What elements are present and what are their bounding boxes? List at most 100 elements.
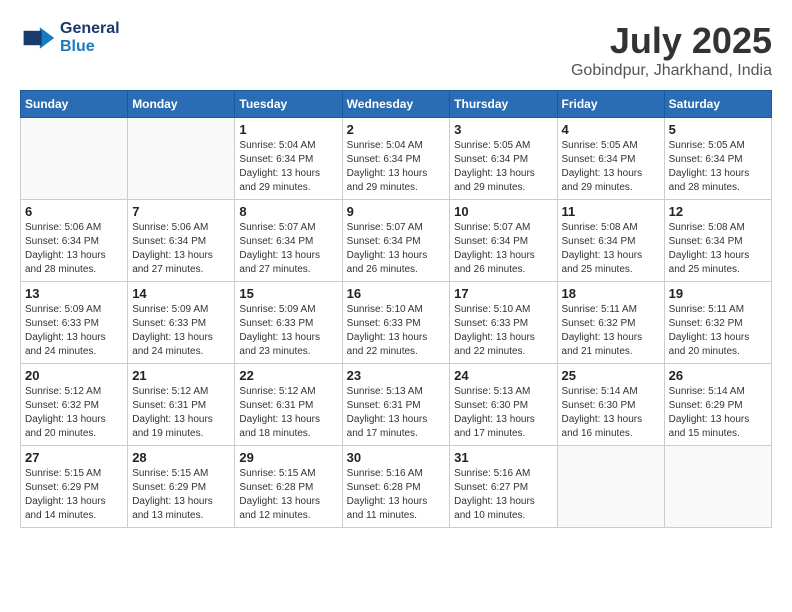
calendar-cell: 1 Sunrise: 5:04 AMSunset: 6:34 PMDaylight… xyxy=(235,118,342,200)
weekday-header: Friday xyxy=(557,91,664,118)
day-info: Sunrise: 5:13 AMSunset: 6:30 PMDaylight:… xyxy=(454,385,552,441)
day-number: 5 xyxy=(669,122,767,137)
calendar-cell: 22 Sunrise: 5:12 AMSunset: 6:31 PMDayligh… xyxy=(235,364,342,446)
day-number: 19 xyxy=(669,286,767,301)
day-number: 24 xyxy=(454,368,552,383)
day-info: Sunrise: 5:10 AMSunset: 6:33 PMDaylight:… xyxy=(347,303,446,359)
page-header: General Blue July 2025 Gobindpur, Jharkh… xyxy=(20,20,772,80)
day-number: 22 xyxy=(239,368,337,383)
calendar-cell: 16 Sunrise: 5:10 AMSunset: 6:33 PMDayligh… xyxy=(342,282,450,364)
day-number: 31 xyxy=(454,450,552,465)
calendar-cell: 29 Sunrise: 5:15 AMSunset: 6:28 PMDayligh… xyxy=(235,446,342,528)
day-number: 11 xyxy=(562,204,660,219)
day-number: 12 xyxy=(669,204,767,219)
day-info: Sunrise: 5:05 AMSunset: 6:34 PMDaylight:… xyxy=(669,139,767,195)
weekday-header: Tuesday xyxy=(235,91,342,118)
weekday-header: Monday xyxy=(128,91,235,118)
week-row: 1 Sunrise: 5:04 AMSunset: 6:34 PMDaylight… xyxy=(21,118,772,200)
weekday-header: Wednesday xyxy=(342,91,450,118)
calendar-cell: 24 Sunrise: 5:13 AMSunset: 6:30 PMDayligh… xyxy=(450,364,557,446)
day-number: 30 xyxy=(347,450,446,465)
calendar-cell: 25Sunrise: 5:14 AMSunset: 6:30 PMDayligh… xyxy=(557,364,664,446)
calendar-cell: 11 Sunrise: 5:08 AMSunset: 6:34 PMDayligh… xyxy=(557,200,664,282)
day-info: Sunrise: 5:11 AMSunset: 6:32 PMDaylight:… xyxy=(562,303,660,359)
calendar-cell: 4 Sunrise: 5:05 AMSunset: 6:34 PMDaylight… xyxy=(557,118,664,200)
calendar-cell: 8 Sunrise: 5:07 AMSunset: 6:34 PMDaylight… xyxy=(235,200,342,282)
day-info: Sunrise: 5:16 AMSunset: 6:28 PMDaylight:… xyxy=(347,467,446,523)
week-row: 27 Sunrise: 5:15 AMSunset: 6:29 PMDayligh… xyxy=(21,446,772,528)
calendar-cell: 14Sunrise: 5:09 AMSunset: 6:33 PMDayligh… xyxy=(128,282,235,364)
day-info: Sunrise: 5:06 AMSunset: 6:34 PMDaylight:… xyxy=(132,221,230,277)
day-info: Sunrise: 5:15 AMSunset: 6:29 PMDaylight:… xyxy=(25,467,123,523)
calendar-cell: 15Sunrise: 5:09 AMSunset: 6:33 PMDayligh… xyxy=(235,282,342,364)
day-number: 17 xyxy=(454,286,552,301)
calendar-cell: 3Sunrise: 5:05 AMSunset: 6:34 PMDaylight… xyxy=(450,118,557,200)
calendar-cell: 23Sunrise: 5:13 AMSunset: 6:31 PMDayligh… xyxy=(342,364,450,446)
calendar-cell xyxy=(664,446,771,528)
calendar-cell: 26 Sunrise: 5:14 AMSunset: 6:29 PMDayligh… xyxy=(664,364,771,446)
calendar-cell: 13Sunrise: 5:09 AMSunset: 6:33 PMDayligh… xyxy=(21,282,128,364)
calendar-cell: 5 Sunrise: 5:05 AMSunset: 6:34 PMDaylight… xyxy=(664,118,771,200)
logo-text: General Blue xyxy=(60,20,120,56)
logo: General Blue xyxy=(20,20,120,56)
day-info: Sunrise: 5:07 AMSunset: 6:34 PMDaylight:… xyxy=(454,221,552,277)
day-number: 28 xyxy=(132,450,230,465)
calendar-cell: 20 Sunrise: 5:12 AMSunset: 6:32 PMDayligh… xyxy=(21,364,128,446)
calendar-cell xyxy=(557,446,664,528)
calendar-cell: 17 Sunrise: 5:10 AMSunset: 6:33 PMDayligh… xyxy=(450,282,557,364)
day-info: Sunrise: 5:14 AMSunset: 6:29 PMDaylight:… xyxy=(669,385,767,441)
day-number: 26 xyxy=(669,368,767,383)
month-year: July 2025 xyxy=(571,20,772,62)
day-info: Sunrise: 5:13 AMSunset: 6:31 PMDaylight:… xyxy=(347,385,446,441)
day-number: 29 xyxy=(239,450,337,465)
day-number: 4 xyxy=(562,122,660,137)
day-number: 6 xyxy=(25,204,123,219)
day-info: Sunrise: 5:07 AMSunset: 6:34 PMDaylight:… xyxy=(239,221,337,277)
calendar-cell: 12Sunrise: 5:08 AMSunset: 6:34 PMDayligh… xyxy=(664,200,771,282)
calendar-cell: 28 Sunrise: 5:15 AMSunset: 6:29 PMDayligh… xyxy=(128,446,235,528)
day-info: Sunrise: 5:16 AMSunset: 6:27 PMDaylight:… xyxy=(454,467,552,523)
day-number: 16 xyxy=(347,286,446,301)
location: Gobindpur, Jharkhand, India xyxy=(571,62,772,80)
calendar-cell xyxy=(21,118,128,200)
calendar-cell: 7Sunrise: 5:06 AMSunset: 6:34 PMDaylight… xyxy=(128,200,235,282)
day-number: 8 xyxy=(239,204,337,219)
calendar-cell: 10Sunrise: 5:07 AMSunset: 6:34 PMDayligh… xyxy=(450,200,557,282)
calendar-cell: 19 Sunrise: 5:11 AMSunset: 6:32 PMDayligh… xyxy=(664,282,771,364)
week-row: 6 Sunrise: 5:06 AMSunset: 6:34 PMDaylight… xyxy=(21,200,772,282)
day-number: 14 xyxy=(132,286,230,301)
calendar-cell: 6 Sunrise: 5:06 AMSunset: 6:34 PMDaylight… xyxy=(21,200,128,282)
day-number: 1 xyxy=(239,122,337,137)
day-info: Sunrise: 5:11 AMSunset: 6:32 PMDaylight:… xyxy=(669,303,767,359)
day-number: 20 xyxy=(25,368,123,383)
day-info: Sunrise: 5:15 AMSunset: 6:29 PMDaylight:… xyxy=(132,467,230,523)
week-row: 13Sunrise: 5:09 AMSunset: 6:33 PMDayligh… xyxy=(21,282,772,364)
day-number: 18 xyxy=(562,286,660,301)
day-info: Sunrise: 5:12 AMSunset: 6:31 PMDaylight:… xyxy=(239,385,337,441)
day-info: Sunrise: 5:12 AMSunset: 6:31 PMDaylight:… xyxy=(132,385,230,441)
calendar-cell xyxy=(128,118,235,200)
day-number: 15 xyxy=(239,286,337,301)
weekday-header: Saturday xyxy=(664,91,771,118)
weekday-header: Sunday xyxy=(21,91,128,118)
day-info: Sunrise: 5:06 AMSunset: 6:34 PMDaylight:… xyxy=(25,221,123,277)
day-info: Sunrise: 5:08 AMSunset: 6:34 PMDaylight:… xyxy=(562,221,660,277)
calendar-cell: 30 Sunrise: 5:16 AMSunset: 6:28 PMDayligh… xyxy=(342,446,450,528)
week-row: 20 Sunrise: 5:12 AMSunset: 6:32 PMDayligh… xyxy=(21,364,772,446)
day-number: 2 xyxy=(347,122,446,137)
calendar-cell: 27 Sunrise: 5:15 AMSunset: 6:29 PMDayligh… xyxy=(21,446,128,528)
day-number: 9 xyxy=(347,204,446,219)
day-number: 27 xyxy=(25,450,123,465)
day-info: Sunrise: 5:04 AMSunset: 6:34 PMDaylight:… xyxy=(239,139,337,195)
day-info: Sunrise: 5:12 AMSunset: 6:32 PMDaylight:… xyxy=(25,385,123,441)
day-info: Sunrise: 5:09 AMSunset: 6:33 PMDaylight:… xyxy=(25,303,123,359)
day-info: Sunrise: 5:15 AMSunset: 6:28 PMDaylight:… xyxy=(239,467,337,523)
calendar-cell: 9Sunrise: 5:07 AMSunset: 6:34 PMDaylight… xyxy=(342,200,450,282)
calendar-cell: 2 Sunrise: 5:04 AMSunset: 6:34 PMDaylight… xyxy=(342,118,450,200)
day-info: Sunrise: 5:04 AMSunset: 6:34 PMDaylight:… xyxy=(347,139,446,195)
day-info: Sunrise: 5:05 AMSunset: 6:34 PMDaylight:… xyxy=(562,139,660,195)
weekday-header-row: SundayMondayTuesdayWednesdayThursdayFrid… xyxy=(21,91,772,118)
day-info: Sunrise: 5:10 AMSunset: 6:33 PMDaylight:… xyxy=(454,303,552,359)
calendar: SundayMondayTuesdayWednesdayThursdayFrid… xyxy=(20,90,772,528)
day-number: 25 xyxy=(562,368,660,383)
